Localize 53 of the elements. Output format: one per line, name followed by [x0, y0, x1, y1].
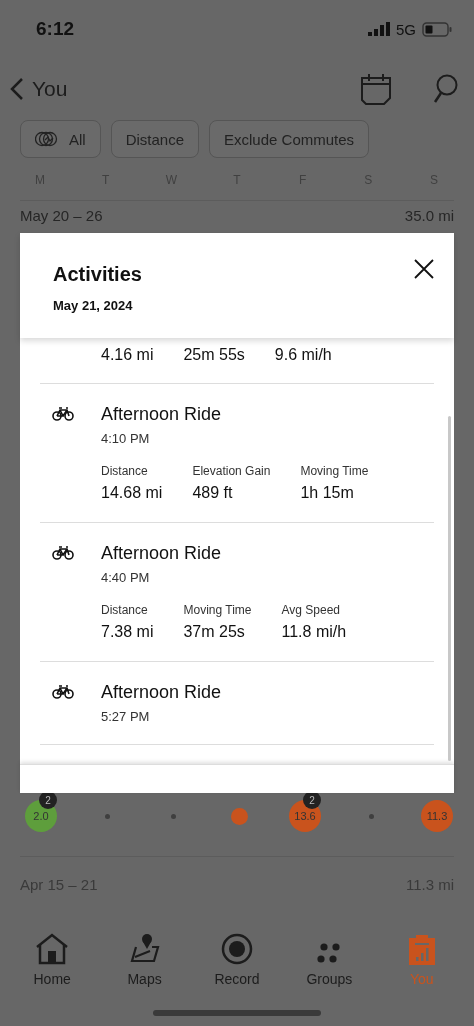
network-label: 5G [396, 20, 416, 38]
stat-value: 1h 15m [300, 484, 355, 502]
stat-label: Moving Time [300, 464, 369, 478]
filter-chip[interactable]: Exclude Commutes [209, 120, 370, 158]
bicycle-icon [52, 546, 74, 560]
stat-value: 14.68 mi [101, 484, 163, 502]
dialog-title: Activities [53, 263, 142, 286]
activity-time: 4:40 PM [101, 570, 151, 585]
empty-day-dot [368, 813, 374, 819]
activity-rings-icon [35, 131, 59, 147]
map-pin-icon [129, 933, 160, 965]
filter-chip[interactable]: All [20, 120, 101, 158]
status-time: 6:12 [36, 18, 75, 40]
week-total: 35.0 mi [404, 207, 454, 224]
bicycle-icon [52, 685, 74, 699]
tab-bar-item[interactable]: Groups [289, 931, 370, 987]
stat-label: Avg Speed [281, 603, 341, 617]
tab-bar-item[interactable]: Maps [104, 931, 185, 987]
stat-label: Distance [101, 464, 149, 478]
stat-label: Moving Time [183, 603, 252, 617]
empty-day-dot [104, 813, 110, 819]
record-icon [220, 933, 253, 965]
week-range: May 20 – 26 [20, 207, 103, 224]
activity-title[interactable]: Afternoon Ride [101, 404, 369, 425]
stat-value: 7.38 mi [101, 623, 154, 641]
tab-bar-item[interactable]: Home [12, 931, 93, 987]
activity-dot[interactable] [230, 807, 248, 825]
dialog-date: May 21, 2024 [53, 298, 134, 313]
stat-value: 37m 25s [183, 623, 246, 641]
activity-time: 4:10 PM [101, 431, 151, 446]
home-icon [35, 933, 70, 965]
stat-value: 4.16 mi [101, 346, 154, 364]
filter-chip[interactable]: Distance [110, 120, 200, 158]
activity-title[interactable]: Afternoon Ride [101, 682, 222, 703]
back-icon[interactable] [10, 77, 24, 101]
activity-time: 5:27 PM [101, 709, 151, 724]
chart-clipboard-icon [408, 935, 435, 965]
bicycle-icon [52, 407, 74, 421]
stat-value: 489 ft [192, 484, 234, 502]
stat-label: Elevation Gain [192, 464, 271, 478]
activity-title[interactable]: Afternoon Ride [101, 543, 347, 564]
battery-icon [422, 21, 452, 37]
stat-value: 9.6 mi/h [274, 346, 332, 364]
empty-day-dot [170, 813, 176, 819]
stat-value: 25m 55s [183, 346, 245, 364]
distance-bubble[interactable]: 11.3 [421, 800, 453, 832]
stat-value: 11.8 mi/h [281, 623, 347, 641]
stat-label: Distance [101, 603, 149, 617]
calendar-icon[interactable] [360, 73, 392, 105]
page-title: You [32, 77, 68, 101]
signal-icon [368, 22, 390, 36]
search-icon[interactable] [432, 74, 458, 104]
tab-bar-item[interactable]: Record [196, 931, 277, 987]
